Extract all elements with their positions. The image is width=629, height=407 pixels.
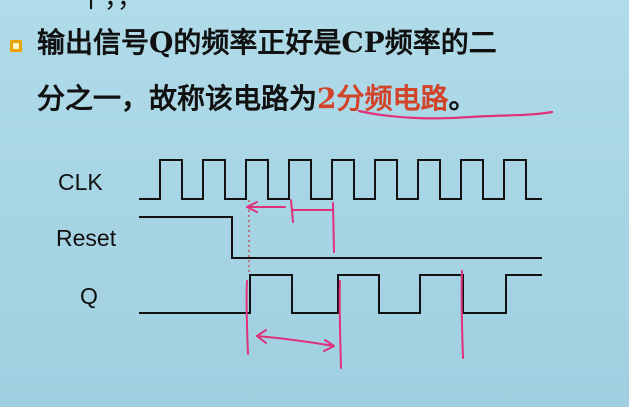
timing-diagram [139, 109, 554, 369]
slide: 一一一十，，一一一一一一一 输出信号Q的频率正好是CP频率的二 分之一，故称该电… [0, 0, 629, 407]
highlight-underline [357, 109, 554, 120]
pink-annotations [245, 199, 464, 369]
clk-waveform [139, 159, 542, 200]
reset-waveform [139, 216, 542, 259]
